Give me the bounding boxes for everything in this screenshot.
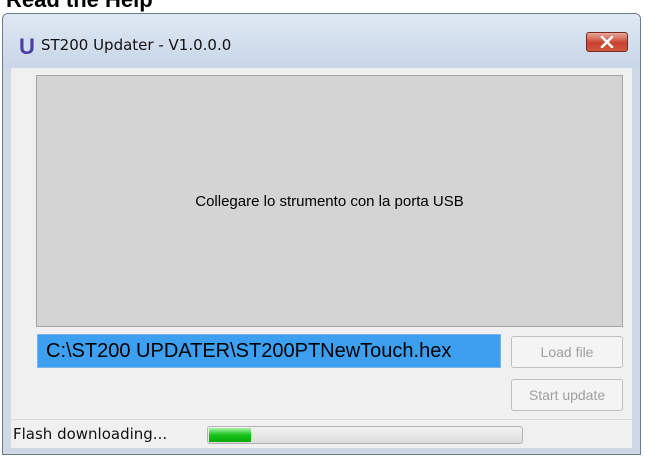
title-bar[interactable]: U ST200 Updater - V1.0.0.0 [3, 14, 640, 68]
load-file-button[interactable]: Load file [511, 336, 623, 368]
app-window: U ST200 Updater - V1.0.0.0 Collegare lo … [2, 13, 641, 455]
close-button[interactable] [586, 32, 628, 52]
client-area: Collegare lo strumento con la porta USB … [11, 68, 632, 448]
message-panel: Collegare lo strumento con la porta USB [36, 75, 623, 327]
file-path-field[interactable]: C:\ST200 UPDATER\ST200PTNewTouch.hex [37, 334, 501, 368]
page-top-text: Read the Help [6, 0, 153, 13]
app-icon: U [19, 34, 35, 59]
connection-message: Collegare lo strumento con la porta USB [195, 192, 464, 210]
status-label: Flash downloading... [13, 425, 168, 443]
start-update-button[interactable]: Start update [511, 379, 623, 411]
close-icon [600, 36, 614, 48]
progress-fill [209, 428, 251, 442]
progress-bar [207, 426, 523, 444]
window-title: ST200 Updater - V1.0.0.0 [41, 36, 232, 54]
status-bar: Flash downloading... [11, 419, 632, 448]
